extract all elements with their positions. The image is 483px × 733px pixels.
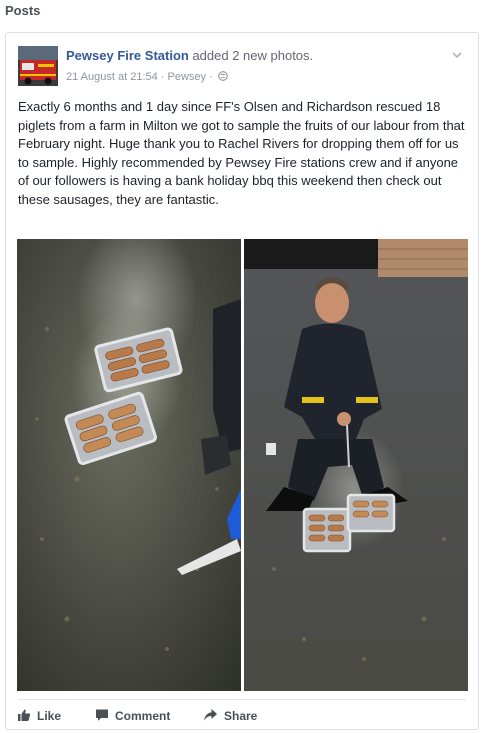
share-button[interactable]: Share: [203, 707, 257, 725]
page-name-link[interactable]: Pewsey Fire Station: [66, 48, 189, 63]
like-button[interactable]: Like: [17, 707, 61, 725]
photo-sausage-trays[interactable]: [17, 239, 241, 691]
post-header: Pewsey Fire Station added 2 new photos. …: [18, 44, 466, 88]
meta-separator: ·: [206, 71, 216, 83]
post-card: Pewsey Fire Station added 2 new photos. …: [5, 32, 479, 730]
comment-icon: [95, 708, 115, 725]
photo-firefighter-bbq[interactable]: [244, 239, 468, 691]
post-timestamp[interactable]: 21 August at 21:54: [66, 71, 158, 83]
photo-grid: [17, 239, 468, 691]
globe-icon: [217, 71, 228, 84]
post-author-line: Pewsey Fire Station added 2 new photos.: [66, 48, 313, 63]
post-meta: 21 August at 21:54 · Pewsey ·: [66, 71, 228, 84]
post-location[interactable]: Pewsey: [168, 71, 207, 83]
post-actions: Like Comment Share: [6, 701, 478, 729]
share-icon: [203, 708, 224, 725]
section-title: Posts: [5, 3, 41, 18]
post-body-text: Exactly 6 months and 1 day since FF's Ol…: [18, 99, 465, 207]
post-action-text: added 2 new photos.: [188, 48, 314, 63]
like-label: Like: [37, 709, 62, 723]
like-icon: [17, 708, 37, 725]
chevron-down-icon[interactable]: [450, 48, 464, 62]
actions-divider: [18, 699, 466, 700]
comment-label: Comment: [115, 709, 171, 723]
meta-separator: ·: [157, 71, 168, 83]
comment-button[interactable]: Comment: [95, 707, 170, 725]
page-avatar[interactable]: [18, 46, 58, 86]
share-label: Share: [224, 709, 258, 723]
